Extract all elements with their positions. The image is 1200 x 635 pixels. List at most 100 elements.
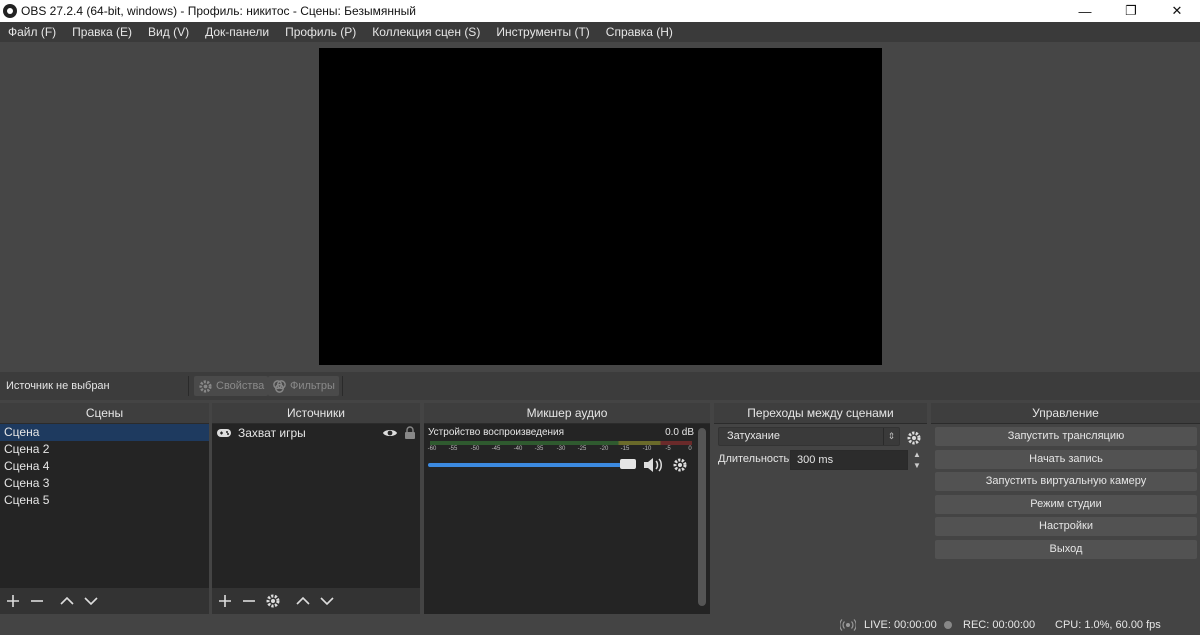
chevron-up-icon — [60, 596, 74, 605]
source-name: Захват игры — [238, 426, 306, 440]
preview-area — [0, 42, 1200, 372]
rec-timer: REC: 00:00:00 — [963, 619, 1036, 631]
scene-transitions-dock: Переходы между сценами Затухание ⇕ Длите… — [714, 403, 927, 614]
lock-icon[interactable] — [404, 426, 416, 440]
scene-item[interactable]: Сцена 3 — [0, 475, 209, 492]
gear-icon[interactable] — [906, 430, 922, 446]
minus-icon — [243, 600, 255, 602]
source-item[interactable]: Захват игры — [212, 424, 420, 442]
live-timer: LIVE: 00:00:00 — [864, 619, 937, 631]
start-recording-button[interactable]: Начать запись — [935, 450, 1197, 469]
studio-mode-button[interactable]: Режим студии — [935, 495, 1197, 514]
mixer-scrollbar[interactable] — [698, 428, 706, 606]
menu-profile[interactable]: Профиль (P) — [277, 25, 364, 39]
plus-icon — [7, 595, 19, 607]
source-properties-button[interactable] — [264, 592, 282, 610]
close-button[interactable]: ✕ — [1154, 0, 1200, 22]
scene-item[interactable]: Сцена 5 — [0, 492, 209, 509]
window-controls: — ❐ ✕ — [1062, 0, 1200, 22]
meter-tick: -30 — [556, 446, 566, 452]
filters-button[interactable]: Фильтры — [268, 376, 339, 396]
program-preview[interactable] — [319, 48, 882, 365]
menu-docks[interactable]: Док-панели — [197, 25, 277, 39]
restore-button[interactable]: ❐ — [1108, 0, 1154, 22]
sources-dock: Источники Захват игры — [212, 403, 420, 614]
visibility-eye-icon[interactable] — [382, 427, 398, 439]
channel-name: Устройство воспроизведения — [428, 427, 565, 438]
up-down-arrows-icon: ⇕ — [883, 428, 899, 445]
spin-down-icon[interactable]: ▼ — [909, 460, 925, 471]
duration-spinner[interactable]: ▲ ▼ — [909, 449, 925, 471]
window-title: OBS 27.2.4 (64-bit, windows) - Профиль: … — [21, 4, 416, 18]
transition-select[interactable]: Затухание ⇕ — [718, 427, 900, 446]
remove-scene-button[interactable] — [28, 592, 46, 610]
gamepad-icon — [217, 429, 231, 437]
context-divider — [342, 376, 343, 396]
plus-icon — [219, 595, 231, 607]
duration-label: Длительность — [718, 453, 790, 465]
start-streaming-button[interactable]: Запустить трансляцию — [935, 427, 1197, 446]
menu-bar: Файл (F) Правка (E) Вид (V) Док-панели П… — [0, 22, 1200, 42]
move-source-up-button[interactable] — [294, 592, 312, 610]
meter-scale: -60 -55 -50 -45 -40 -35 -30 -25 -20 -15 … — [428, 446, 694, 456]
mixer-panel: Устройство воспроизведения 0.0 dB -60 -5… — [424, 424, 710, 614]
properties-label: Свойства — [216, 380, 265, 392]
scene-item[interactable]: Сцена 2 — [0, 441, 209, 458]
mixer-channel: Устройство воспроизведения 0.0 dB -60 -5… — [428, 427, 696, 472]
sources-header: Источники — [212, 403, 420, 423]
source-context-bar: Источник не выбран Свойства Фильтры — [0, 372, 1200, 400]
exit-button[interactable]: Выход — [935, 540, 1197, 559]
start-virtual-camera-button[interactable]: Запустить виртуальную камеру — [935, 472, 1197, 491]
scene-item[interactable]: Сцена 4 — [0, 458, 209, 475]
move-source-down-button[interactable] — [318, 592, 336, 610]
speaker-icon[interactable] — [642, 456, 664, 474]
scenes-header: Сцены — [0, 403, 209, 423]
menu-tools[interactable]: Инструменты (T) — [488, 25, 597, 39]
volume-slider-handle[interactable] — [620, 459, 636, 469]
add-source-button[interactable] — [216, 592, 234, 610]
remove-source-button[interactable] — [240, 592, 258, 610]
properties-button[interactable]: Свойства — [194, 376, 269, 396]
meter-tick: -20 — [599, 446, 609, 452]
duration-input[interactable]: 300 ms — [790, 450, 908, 470]
menu-file[interactable]: Файл (F) — [0, 25, 64, 39]
sources-list: Захват игры — [212, 424, 420, 588]
chevron-up-icon — [296, 596, 310, 605]
volume-meter — [430, 441, 692, 445]
meter-tick: -35 — [534, 446, 544, 452]
selected-source-label: Источник не выбран — [6, 380, 110, 392]
scene-item[interactable]: Сцена — [0, 424, 209, 441]
meter-tick: 0 — [688, 446, 692, 452]
broadcast-icon — [840, 619, 856, 631]
meter-tick: -40 — [513, 446, 523, 452]
audio-mixer-dock: Микшер аудио Устройство воспроизведения … — [424, 403, 710, 614]
move-scene-up-button[interactable] — [58, 592, 76, 610]
meter-tick: -10 — [642, 446, 652, 452]
meter-tick: -55 — [448, 446, 458, 452]
meter-tick: -25 — [577, 446, 587, 452]
add-scene-button[interactable] — [4, 592, 22, 610]
menu-view[interactable]: Вид (V) — [140, 25, 197, 39]
volume-slider[interactable] — [428, 463, 636, 467]
cpu-fps-stats: CPU: 1.0%, 60.00 fps — [1055, 619, 1161, 631]
gear-icon — [199, 379, 212, 393]
mixer-header: Микшер аудио — [424, 403, 710, 423]
menu-scene-collection[interactable]: Коллекция сцен (S) — [364, 25, 488, 39]
minimize-button[interactable]: — — [1062, 0, 1108, 22]
controls-header: Управление — [931, 403, 1200, 423]
filters-label: Фильтры — [290, 380, 335, 392]
menu-edit[interactable]: Правка (E) — [64, 25, 140, 39]
meter-tick: -15 — [620, 446, 630, 452]
menu-help[interactable]: Справка (H) — [598, 25, 681, 39]
settings-button[interactable]: Настройки — [935, 517, 1197, 536]
gear-icon[interactable] — [672, 457, 688, 473]
transition-select-value: Затухание — [727, 430, 781, 442]
move-scene-down-button[interactable] — [82, 592, 100, 610]
context-divider — [188, 376, 189, 396]
title-bar: OBS 27.2.4 (64-bit, windows) - Профиль: … — [0, 0, 1200, 22]
meter-tick: -45 — [491, 446, 501, 452]
spin-up-icon[interactable]: ▲ — [909, 449, 925, 460]
minus-icon — [31, 600, 43, 602]
meter-tick: -50 — [470, 446, 480, 452]
meter-tick: -60 — [427, 446, 437, 452]
